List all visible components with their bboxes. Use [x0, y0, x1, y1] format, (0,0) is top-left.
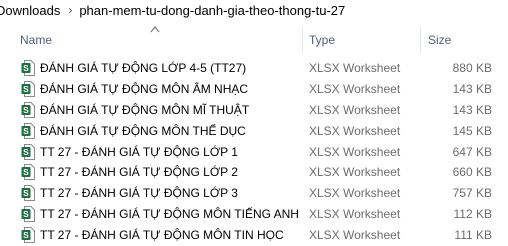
excel-file-icon: S [21, 185, 35, 202]
file-size: 757 KB [452, 186, 492, 201]
svg-text:S: S [23, 209, 29, 219]
file-type: XLSX Worksheet [309, 186, 401, 201]
excel-file-icon: S [21, 164, 35, 181]
column-header-name[interactable]: Name [20, 27, 302, 53]
file-type: XLSX Worksheet [309, 123, 401, 138]
file-row[interactable]: S TT 27 - ĐÁNH GIÁ TỰ ĐỘNG MÔN TIẾNG ANH… [0, 204, 508, 225]
file-type: XLSX Worksheet [309, 207, 401, 222]
file-name: TT 27 - ĐÁNH GIÁ TỰ ĐỘNG LỚP 3 [40, 186, 238, 201]
column-header-name-label: Name [20, 33, 53, 47]
excel-file-icon: S [21, 206, 35, 223]
svg-text:S: S [23, 63, 29, 73]
file-name: TT 27 - ĐÁNH GIÁ TỰ ĐỘNG MÔN TIẾNG ANH [40, 207, 299, 222]
file-type: XLSX Worksheet [309, 81, 401, 96]
file-name: ĐÁNH GIÁ TỰ ĐỘNG MÔN ÂM NHẠC [40, 81, 249, 96]
excel-file-icon: S [21, 143, 35, 160]
svg-text:S: S [23, 84, 29, 94]
file-name: ĐÁNH GIÁ TỰ ĐỘNG LỚP 4-5 (TT27) [40, 61, 247, 75]
svg-text:S: S [23, 147, 29, 157]
file-row[interactable]: S TT 27 - ĐÁNH GIÁ TỰ ĐỘNG LỚP 2 XLSX Wo… [0, 162, 508, 183]
column-header-type-label: Type [309, 33, 336, 47]
column-header-size[interactable]: Size [428, 27, 508, 53]
file-size: 647 KB [452, 144, 492, 159]
file-list: S ĐÁNH GIÁ TỰ ĐỘNG LỚP 4-5 (TT27) XLSX W… [0, 58, 508, 246]
breadcrumb: Downloads › phan-mem-tu-dong-danh-gia-th… [0, 0, 508, 20]
file-row[interactable]: S ĐÁNH GIÁ TỰ ĐỘNG MÔN MĨ THUẬT XLSX Wor… [0, 100, 508, 121]
svg-text:S: S [23, 168, 29, 178]
column-divider[interactable] [420, 27, 421, 53]
file-size: 880 KB [452, 61, 492, 75]
file-size: 112 KB [453, 207, 492, 222]
file-size: 145 KB [452, 123, 492, 138]
excel-file-icon: S [21, 227, 35, 244]
file-type: XLSX Worksheet [309, 61, 401, 75]
excel-file-icon: S [21, 60, 35, 76]
excel-file-icon: S [21, 80, 35, 97]
file-type: XLSX Worksheet [309, 144, 401, 159]
breadcrumb-separator[interactable]: › [68, 3, 72, 17]
file-row[interactable]: S TT 27 - ĐÁNH GIÁ TỰ ĐỘNG LỚP 3 XLSX Wo… [0, 183, 508, 204]
file-row[interactable]: S ĐÁNH GIÁ TỰ ĐỘNG MÔN ÂM NHẠC XLSX Work… [0, 79, 508, 100]
file-name: TT 27 - ĐÁNH GIÁ TỰ ĐỘNG LỚP 1 [40, 144, 238, 159]
file-name: ĐÁNH GIÁ TỰ ĐỘNG MÔN THỂ DỤC [40, 123, 246, 138]
file-type: XLSX Worksheet [309, 165, 401, 180]
svg-text:S: S [23, 189, 29, 199]
file-size: 660 KB [452, 165, 492, 180]
file-type: XLSX Worksheet [309, 102, 401, 117]
file-size: 111 KB [454, 228, 492, 243]
file-name: TT 27 - ĐÁNH GIÁ TỰ ĐỘNG MÔN TIN HỌC [40, 228, 284, 243]
file-row[interactable]: S TT 27 - ĐÁNH GIÁ TỰ ĐỘNG LỚP 1 XLSX Wo… [0, 142, 508, 163]
breadcrumb-item-downloads[interactable]: Downloads [0, 3, 60, 18]
file-size: 143 KB [452, 81, 492, 96]
svg-text:S: S [23, 230, 29, 240]
file-size: 143 KB [452, 102, 492, 117]
file-row[interactable]: S ĐÁNH GIÁ TỰ ĐỘNG MÔN THỂ DỤC XLSX Work… [0, 121, 508, 142]
breadcrumb-item-current-folder[interactable]: phan-mem-tu-dong-danh-gia-theo-thong-tu-… [79, 3, 345, 18]
excel-file-icon: S [21, 101, 35, 118]
file-row[interactable]: S ĐÁNH GIÁ TỰ ĐỘNG LỚP 4-5 (TT27) XLSX W… [0, 58, 508, 79]
column-divider[interactable] [302, 27, 303, 53]
file-name: TT 27 - ĐÁNH GIÁ TỰ ĐỘNG LỚP 2 [40, 165, 238, 180]
svg-text:S: S [23, 105, 29, 115]
file-name: ĐÁNH GIÁ TỰ ĐỘNG MÔN MĨ THUẬT [40, 102, 250, 117]
column-header-size-label: Size [428, 33, 452, 47]
column-header-bar: Name Type Size [0, 26, 508, 53]
file-type: XLSX Worksheet [309, 228, 401, 243]
svg-text:S: S [23, 126, 29, 136]
column-header-type[interactable]: Type [309, 27, 419, 53]
excel-file-icon: S [21, 122, 35, 139]
